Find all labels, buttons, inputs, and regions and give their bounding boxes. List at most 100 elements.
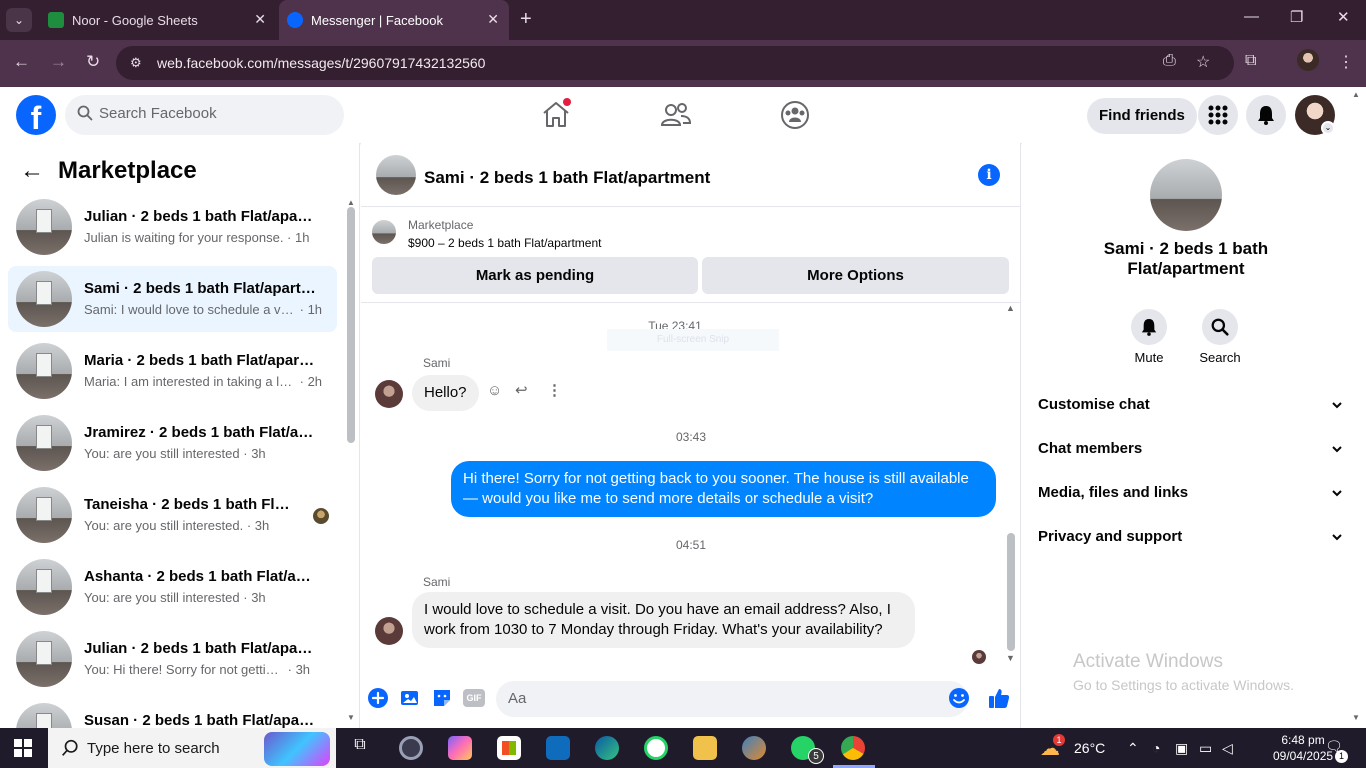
message-input-box[interactable] [496,681,968,717]
chat-title[interactable]: Sami · 2 beds 1 bath Flat/apartment [424,168,710,188]
new-tab-button[interactable]: + [520,8,532,31]
details-avatar[interactable] [1150,159,1222,231]
volume-icon[interactable]: ◁ [1222,740,1233,757]
battery-icon[interactable]: ▭ [1199,740,1212,757]
friends-icon[interactable] [659,99,693,131]
back-arrow-icon[interactable]: ← [20,157,44,185]
more-options-icon[interactable]: ⋮ [547,381,562,399]
incoming-message[interactable]: Hello? [412,375,479,411]
tab-list-button[interactable]: ⌄ [6,8,32,32]
close-tab-icon[interactable]: ✕ [487,11,499,28]
bell-icon [1258,106,1274,125]
media-files-links-section[interactable]: Media, files and links [1038,484,1343,504]
mark-as-pending-button[interactable]: Mark as pending [372,257,698,294]
conversation-item[interactable]: Taneisha · 2 beds 1 bath Flat/apartment … [8,482,337,548]
browser-menu-icon[interactable]: ⋮ [1338,52,1354,72]
message-input[interactable] [508,690,928,707]
whatsapp-icon[interactable] [644,736,668,760]
temperature-label[interactable]: 26°C [1074,740,1105,756]
chat-avatar[interactable] [376,155,416,195]
restore-icon[interactable]: ❐ [1290,8,1303,26]
search-action[interactable]: Search [1185,309,1255,365]
browser-profile-avatar[interactable] [1297,49,1319,71]
groups-icon[interactable] [778,99,812,131]
privacy-support-section[interactable]: Privacy and support [1038,528,1343,548]
plus-circle-icon[interactable] [367,687,389,709]
outgoing-message[interactable]: Hi there! Sorry for not getting back to … [451,461,996,517]
conversation-item[interactable]: Maria · 2 beds 1 bath Flat/apartment Mar… [8,338,337,404]
menu-grid-button[interactable] [1198,95,1238,135]
like-icon[interactable] [987,686,1011,710]
scroll-down-arrow-icon[interactable]: ▼ [1006,653,1015,663]
timestamp: 04:51 [675,538,707,552]
conversation-preview: You: are you still interested. · 3h [84,518,270,533]
conversation-preview: You: are you still interested · 3h [84,446,266,461]
info-icon[interactable]: i [978,164,1000,186]
tab-messenger[interactable]: Messenger | Facebook ✕ [279,0,509,40]
bell-icon[interactable] [1131,309,1167,345]
emoji-icon[interactable] [948,687,970,709]
listing-price[interactable]: $900 – 2 beds 1 bath Flat/apartment [408,236,601,250]
react-emoji-icon[interactable]: ☺ [487,382,502,399]
back-icon[interactable]: ← [13,52,30,72]
copilot-icon[interactable] [448,736,472,760]
file-explorer-icon[interactable] [693,736,717,760]
close-window-icon[interactable]: ✕ [1337,8,1350,26]
wifi-icon[interactable]: ◔ [1152,740,1160,756]
edge-icon[interactable] [595,736,619,760]
chat-members-section[interactable]: Chat members [1038,440,1343,460]
chevron-down-icon[interactable]: ⌄ [1321,121,1335,135]
extensions-icon[interactable]: ⧉ [1245,52,1256,70]
bookmark-star-icon[interactable]: ☆ [1196,52,1210,72]
install-app-icon[interactable]: ⎙ [1163,52,1176,70]
incoming-message[interactable]: I would love to schedule a visit. Do you… [412,592,915,648]
notifications-button[interactable] [1246,95,1286,135]
sticker-icon[interactable] [431,687,453,709]
display-icon[interactable]: ▣ [1175,740,1188,757]
search-input[interactable] [99,105,329,122]
conversation-item-active[interactable]: Sami · 2 beds 1 bath Flat/apartment Sami… [8,266,337,332]
customise-chat-section[interactable]: Customise chat [1038,396,1343,416]
minimize-icon[interactable]: — [1244,8,1259,25]
conversation-item[interactable]: Julian · 2 beds 1 bath Flat/apartment Ju… [8,194,337,260]
reply-icon[interactable]: ↩ [515,381,528,399]
reload-icon[interactable]: ↻ [86,52,100,72]
outlook-icon[interactable] [546,736,570,760]
taskbar-search[interactable]: Type here to search [48,728,336,768]
more-options-button[interactable]: More Options [702,257,1009,294]
conversation-item[interactable]: Ashanta · 2 beds 1 bath Flat/apartment Y… [8,554,337,620]
chevron-up-icon[interactable]: ⌃ [1127,740,1139,757]
scroll-down-arrow-icon[interactable]: ▼ [347,713,355,722]
gif-icon[interactable]: GIF [463,689,485,707]
scroll-up-arrow-icon[interactable]: ▲ [1006,303,1015,313]
task-view-icon[interactable]: ⧉ [348,736,372,760]
scroll-up-arrow-icon[interactable]: ▲ [347,198,355,207]
chat-scrollbar[interactable] [1007,533,1015,651]
sender-name: Sami [423,575,451,589]
search-highlight-image [264,732,330,766]
facebook-header: f Find friends ⌄ [0,87,1366,143]
tab-google-sheets[interactable]: Noor - Google Sheets ✕ [40,0,276,40]
scroll-down-arrow-icon[interactable]: ▼ [1352,713,1360,722]
photo-icon[interactable] [399,687,421,709]
url-field[interactable]: ⚙ web.facebook.com/messages/t/2960791743… [116,46,1234,80]
search-icon[interactable] [1202,309,1238,345]
windows-start-icon[interactable] [14,739,32,757]
sender-avatar[interactable] [375,380,403,408]
facebook-search[interactable] [65,95,344,135]
site-info-icon[interactable]: ⚙ [130,55,142,71]
conversation-item[interactable]: Jramirez · 2 beds 1 bath Flat/apartment … [8,410,337,476]
conversation-item[interactable]: Susan · 2 beds 1 bath Flat/apartment [8,698,337,728]
close-tab-icon[interactable]: ✕ [254,11,266,28]
facebook-logo[interactable]: f [16,95,56,135]
chrome-icon[interactable] [841,736,865,760]
sender-avatar[interactable] [375,617,403,645]
find-friends-button[interactable]: Find friends [1087,98,1197,134]
store-icon[interactable] [497,736,521,760]
forward-icon[interactable]: → [50,52,67,72]
app-icon[interactable] [742,736,766,760]
conversation-item[interactable]: Julian · 2 beds 1 bath Flat/apartment Yo… [8,626,337,692]
scroll-up-arrow-icon[interactable]: ▲ [1352,90,1360,99]
mute-action[interactable]: Mute [1114,309,1184,365]
app-icon[interactable] [399,736,423,760]
